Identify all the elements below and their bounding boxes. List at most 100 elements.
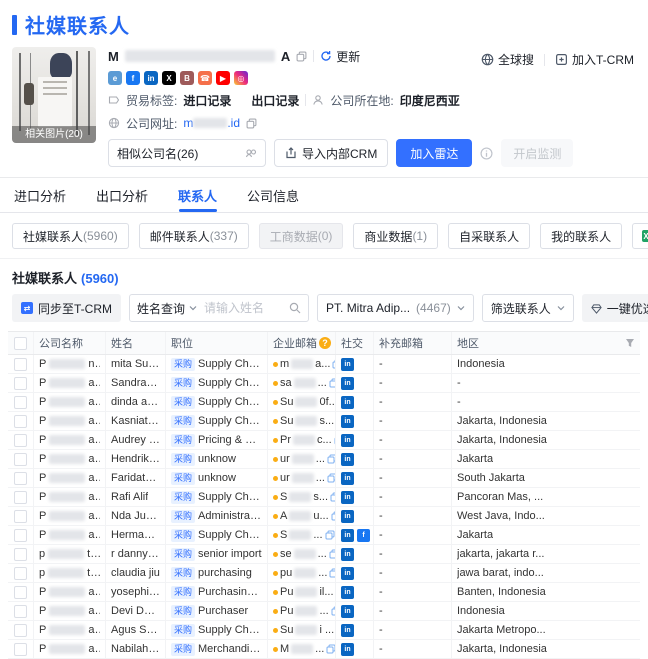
linkedin-icon[interactable]: in	[341, 491, 354, 504]
copy-icon[interactable]	[246, 118, 257, 129]
row-checkbox[interactable]	[14, 567, 27, 580]
copy-icon[interactable]	[326, 644, 336, 654]
table-row[interactable]: Pa ... Audrey Vellicia 采购Pricing & Promo…	[8, 431, 640, 450]
copy-icon[interactable]	[325, 530, 335, 540]
copy-icon[interactable]	[327, 473, 336, 483]
join-tcrm-button[interactable]: 加入T-CRM	[555, 51, 634, 68]
row-checkbox[interactable]	[14, 491, 27, 504]
table-row[interactable]: Pa,... Nda Juanda 采购Administrasi Supply …	[8, 507, 640, 526]
chip-my-contacts[interactable]: 我的联系人	[540, 223, 622, 249]
table-row[interactable]: Pa ... Nabilah Adellia 采购Merchandiser M …	[8, 640, 640, 659]
b-icon[interactable]: B	[180, 71, 194, 85]
row-checkbox[interactable]	[14, 358, 27, 371]
linkedin-icon[interactable]: in	[341, 434, 354, 447]
linkedin-icon[interactable]: in	[341, 529, 354, 542]
linkedin-icon[interactable]: in	[341, 396, 354, 409]
copy-icon[interactable]	[327, 454, 336, 464]
table-row[interactable]: Pa ... Devi Damayanti 采购Purchaser Pu ...…	[8, 602, 640, 621]
copy-icon[interactable]	[296, 51, 307, 62]
table-row[interactable]: Pa ... Hendrik Fendi 采购unknow ur ... in …	[8, 450, 640, 469]
export-record-tag[interactable]: 出口记录	[251, 92, 299, 109]
tab-company-info[interactable]: 公司信息	[247, 178, 299, 212]
name-cell: r danny d nurpat...	[106, 545, 166, 563]
table-row[interactable]: Pa ... dinda auliya adha 采购Supply Chain …	[8, 393, 640, 412]
company-select[interactable]: PT. Mitra Adip...(4467)	[317, 294, 474, 322]
row-checkbox[interactable]	[14, 472, 27, 485]
x-icon[interactable]: X	[162, 71, 176, 85]
table-row[interactable]: Pa ... yosephine liviane 采购Purchasing an…	[8, 583, 640, 602]
similar-companies-box[interactable]: 相似公司名(26)	[108, 139, 266, 167]
website-link[interactable]: m .id	[183, 116, 240, 130]
tab-import-analysis[interactable]: 进口分析	[14, 178, 66, 212]
tab-export-analysis[interactable]: 出口分析	[96, 178, 148, 212]
row-checkbox[interactable]	[14, 529, 27, 542]
row-checkbox[interactable]	[14, 415, 27, 428]
row-checkbox[interactable]	[14, 643, 27, 656]
import-record-tag[interactable]: 进口记录	[183, 92, 231, 109]
row-checkbox[interactable]	[14, 396, 27, 409]
company-photo[interactable]: 相关图片(20)	[12, 47, 96, 143]
linkedin-icon[interactable]: in	[341, 472, 354, 485]
linkedin-icon[interactable]: in	[341, 377, 354, 390]
linkedin-icon[interactable]: in	[341, 358, 354, 371]
phone-icon[interactable]: ☎	[198, 71, 212, 85]
sync-tcrm-button[interactable]: ⇄ 同步至T-CRM	[12, 294, 121, 322]
row-checkbox[interactable]	[14, 586, 27, 599]
name-query-dropdown[interactable]: 姓名查询	[130, 300, 204, 317]
related-images-label[interactable]: 相关图片(20)	[12, 126, 96, 143]
linkedin-icon[interactable]: in	[341, 510, 354, 523]
join-radar-button[interactable]: 加入雷达	[396, 139, 472, 167]
select-all-checkbox[interactable]	[14, 337, 27, 350]
filter-contacts-select[interactable]: 筛选联系人	[482, 294, 574, 322]
copy-icon[interactable]	[329, 549, 336, 559]
instagram-icon[interactable]: ◎	[234, 71, 248, 85]
table-row[interactable]: ptbk r danny d nurpat... 采购senior import…	[8, 545, 640, 564]
linkedin-icon[interactable]: in	[341, 624, 354, 637]
facebook-icon[interactable]: f	[126, 71, 140, 85]
filter-funnel-icon[interactable]	[625, 338, 635, 348]
facebook-icon[interactable]: f	[357, 529, 370, 542]
tab-contacts[interactable]: 联系人	[178, 178, 217, 212]
divider	[544, 54, 545, 66]
row-checkbox[interactable]	[14, 624, 27, 637]
linkedin-icon[interactable]: in	[341, 415, 354, 428]
export-excel-button[interactable]: X 导出 Excel	[632, 223, 648, 249]
linkedin-icon[interactable]: in	[341, 643, 354, 656]
table-row[interactable]: ptbk claudia jiu 采购purchasing pu ... in …	[8, 564, 640, 583]
table-row[interactable]: Pa ... Kasniati Sinaga 采购Supply Chain Ma…	[8, 412, 640, 431]
youtube-icon[interactable]: ▶	[216, 71, 230, 85]
search-icon[interactable]	[282, 302, 308, 314]
linkedin-icon[interactable]: in	[341, 605, 354, 618]
name-search-input[interactable]	[204, 301, 282, 315]
linkedin-icon[interactable]: in	[144, 71, 158, 85]
blog-icon[interactable]: e	[108, 71, 122, 85]
refresh-button[interactable]: 更新	[320, 48, 360, 65]
linkedin-icon[interactable]: in	[341, 453, 354, 466]
table-row[interactable]: Pa,... Sandra Sianipar 采购Supply Chain Of…	[8, 374, 640, 393]
linkedin-icon[interactable]: in	[341, 586, 354, 599]
copy-icon[interactable]	[329, 378, 336, 388]
linkedin-icon[interactable]: in	[341, 548, 354, 561]
info-icon[interactable]	[480, 147, 493, 160]
row-checkbox[interactable]	[14, 434, 27, 447]
table-row[interactable]: Pa ... Rafi Alif 采购Supply Chain Manageme…	[8, 488, 640, 507]
import-internal-crm-button[interactable]: 导入内部CRM	[274, 139, 388, 167]
row-checkbox[interactable]	[14, 453, 27, 466]
chip-self-collected[interactable]: 自采联系人	[448, 223, 530, 249]
row-checkbox[interactable]	[14, 605, 27, 618]
copy-icon[interactable]	[329, 568, 336, 578]
table-row[interactable]: Pn... mita Sulistyandari 采购Supply Chain …	[8, 355, 640, 374]
help-icon[interactable]: ?	[319, 337, 331, 349]
row-checkbox[interactable]	[14, 377, 27, 390]
chip-commercial-data[interactable]: 商业数据(1)	[353, 223, 438, 249]
table-row[interactable]: Pa ... Agus Sudiharjo 采购Supply Chain Gov…	[8, 621, 640, 640]
row-checkbox[interactable]	[14, 510, 27, 523]
chip-social-contacts[interactable]: 社媒联系人(5960)	[12, 223, 129, 249]
table-row[interactable]: Pa ... Hermawan Sapu... 采购Supply Chain S…	[8, 526, 640, 545]
table-row[interactable]: Pa ... Faridatul Hidzroh 采购unknow ur ...…	[8, 469, 640, 488]
chip-email-contacts[interactable]: 邮件联系人(337)	[139, 223, 249, 249]
one-click-optimize-button[interactable]: 一键优选	[582, 294, 648, 322]
row-checkbox[interactable]	[14, 548, 27, 561]
global-search-button[interactable]: 全球搜	[481, 51, 534, 68]
linkedin-icon[interactable]: in	[341, 567, 354, 580]
